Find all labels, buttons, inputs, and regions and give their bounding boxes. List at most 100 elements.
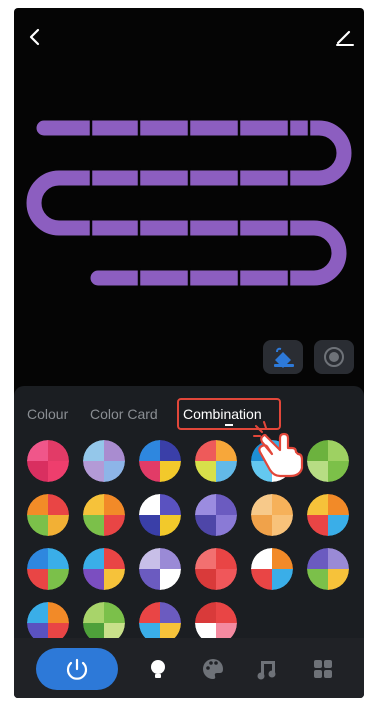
combination-swatch[interactable] xyxy=(195,548,237,590)
swatch-segment xyxy=(104,461,125,482)
swatch-segment xyxy=(251,548,272,569)
swatch-segment xyxy=(216,602,237,623)
swatch-segment xyxy=(27,548,48,569)
swatch-segment xyxy=(139,440,160,461)
circle-target-icon xyxy=(324,347,344,367)
swatch-segment xyxy=(160,548,181,569)
pointing-hand-icon xyxy=(253,421,304,478)
combination-swatch[interactable] xyxy=(83,440,125,482)
swatch-segment xyxy=(216,515,237,536)
pencil-icon[interactable] xyxy=(334,26,356,48)
combination-swatch[interactable] xyxy=(83,494,125,536)
combination-swatch[interactable] xyxy=(251,494,293,536)
swatch-segment xyxy=(104,569,125,590)
swatch-segment xyxy=(160,440,181,461)
swatch-segment xyxy=(83,494,104,515)
swatch-segment xyxy=(272,548,293,569)
swatch-segment xyxy=(328,569,349,590)
combination-swatch[interactable] xyxy=(83,548,125,590)
combination-swatch[interactable] xyxy=(27,440,69,482)
swatch-segment xyxy=(307,515,328,536)
music-icon[interactable] xyxy=(255,656,281,682)
swatch-segment xyxy=(139,515,160,536)
paint-mode-button[interactable] xyxy=(263,340,303,374)
combination-swatch[interactable] xyxy=(195,494,237,536)
combination-swatch[interactable] xyxy=(27,548,69,590)
tab-color-card[interactable]: Color Card xyxy=(90,406,158,422)
swatch-segment xyxy=(83,515,104,536)
bulb-icon[interactable] xyxy=(145,656,171,682)
combination-swatch[interactable] xyxy=(307,548,349,590)
swatch-segment xyxy=(272,494,293,515)
swatch-segment xyxy=(83,548,104,569)
swatch-segment xyxy=(272,515,293,536)
swatch-segment xyxy=(195,494,216,515)
swatch-segment xyxy=(83,440,104,461)
swatch-segment xyxy=(216,548,237,569)
swatch-segment xyxy=(83,569,104,590)
swatch-segment xyxy=(307,494,328,515)
swatch-segment xyxy=(48,602,69,623)
swatch-segment xyxy=(195,602,216,623)
tab-combination[interactable]: Combination xyxy=(183,406,262,422)
combination-swatch[interactable] xyxy=(27,494,69,536)
combination-swatch[interactable] xyxy=(307,494,349,536)
swatch-segment xyxy=(48,548,69,569)
swatch-segment xyxy=(139,461,160,482)
chevron-left-icon[interactable] xyxy=(24,26,46,48)
combination-swatch[interactable] xyxy=(195,440,237,482)
swatch-segment xyxy=(251,569,272,590)
scene-mode-button[interactable] xyxy=(314,340,354,374)
swatch-segment xyxy=(48,494,69,515)
combination-swatch[interactable] xyxy=(139,440,181,482)
swatch-segment xyxy=(216,461,237,482)
swatch-segment xyxy=(328,440,349,461)
swatch-segment xyxy=(216,569,237,590)
swatch-segment xyxy=(104,602,125,623)
swatch-segment xyxy=(251,494,272,515)
swatch-segment xyxy=(307,548,328,569)
swatch-segment xyxy=(160,602,181,623)
swatch-segment xyxy=(139,602,160,623)
swatch-segment xyxy=(83,461,104,482)
light-strip-preview[interactable] xyxy=(14,108,364,308)
swatch-segment xyxy=(104,515,125,536)
swatch-segment xyxy=(195,461,216,482)
swatch-segment xyxy=(48,440,69,461)
swatch-segment xyxy=(27,515,48,536)
combination-swatch[interactable] xyxy=(307,440,349,482)
swatch-segment xyxy=(160,569,181,590)
swatch-segment xyxy=(160,494,181,515)
combination-swatch[interactable] xyxy=(139,548,181,590)
swatch-segment xyxy=(27,494,48,515)
swatch-segment xyxy=(328,515,349,536)
swatch-segment xyxy=(195,515,216,536)
power-button[interactable] xyxy=(36,648,118,690)
palette-icon[interactable] xyxy=(200,656,226,682)
swatch-segment xyxy=(272,569,293,590)
swatch-segment xyxy=(328,461,349,482)
swatch-segment xyxy=(27,602,48,623)
swatch-segment xyxy=(27,569,48,590)
combination-swatch[interactable] xyxy=(251,548,293,590)
swatch-segment xyxy=(160,461,181,482)
swatch-segment xyxy=(139,569,160,590)
swatch-segment xyxy=(307,569,328,590)
swatch-segment xyxy=(104,494,125,515)
phone-screen: Colour Color Card Combination xyxy=(14,8,364,698)
tab-colour[interactable]: Colour xyxy=(27,406,68,422)
swatch-segment xyxy=(216,440,237,461)
swatch-segment xyxy=(48,515,69,536)
swatch-segment xyxy=(48,569,69,590)
swatch-segment xyxy=(104,440,125,461)
swatch-segment xyxy=(328,494,349,515)
grid-icon[interactable] xyxy=(310,656,336,682)
active-tab-indicator xyxy=(225,424,233,426)
swatch-segment xyxy=(160,515,181,536)
combination-swatch[interactable] xyxy=(139,494,181,536)
top-bar xyxy=(14,8,364,68)
swatch-segment xyxy=(27,440,48,461)
paint-bucket-icon xyxy=(274,347,294,368)
swatch-segment xyxy=(195,569,216,590)
swatch-segment xyxy=(195,440,216,461)
